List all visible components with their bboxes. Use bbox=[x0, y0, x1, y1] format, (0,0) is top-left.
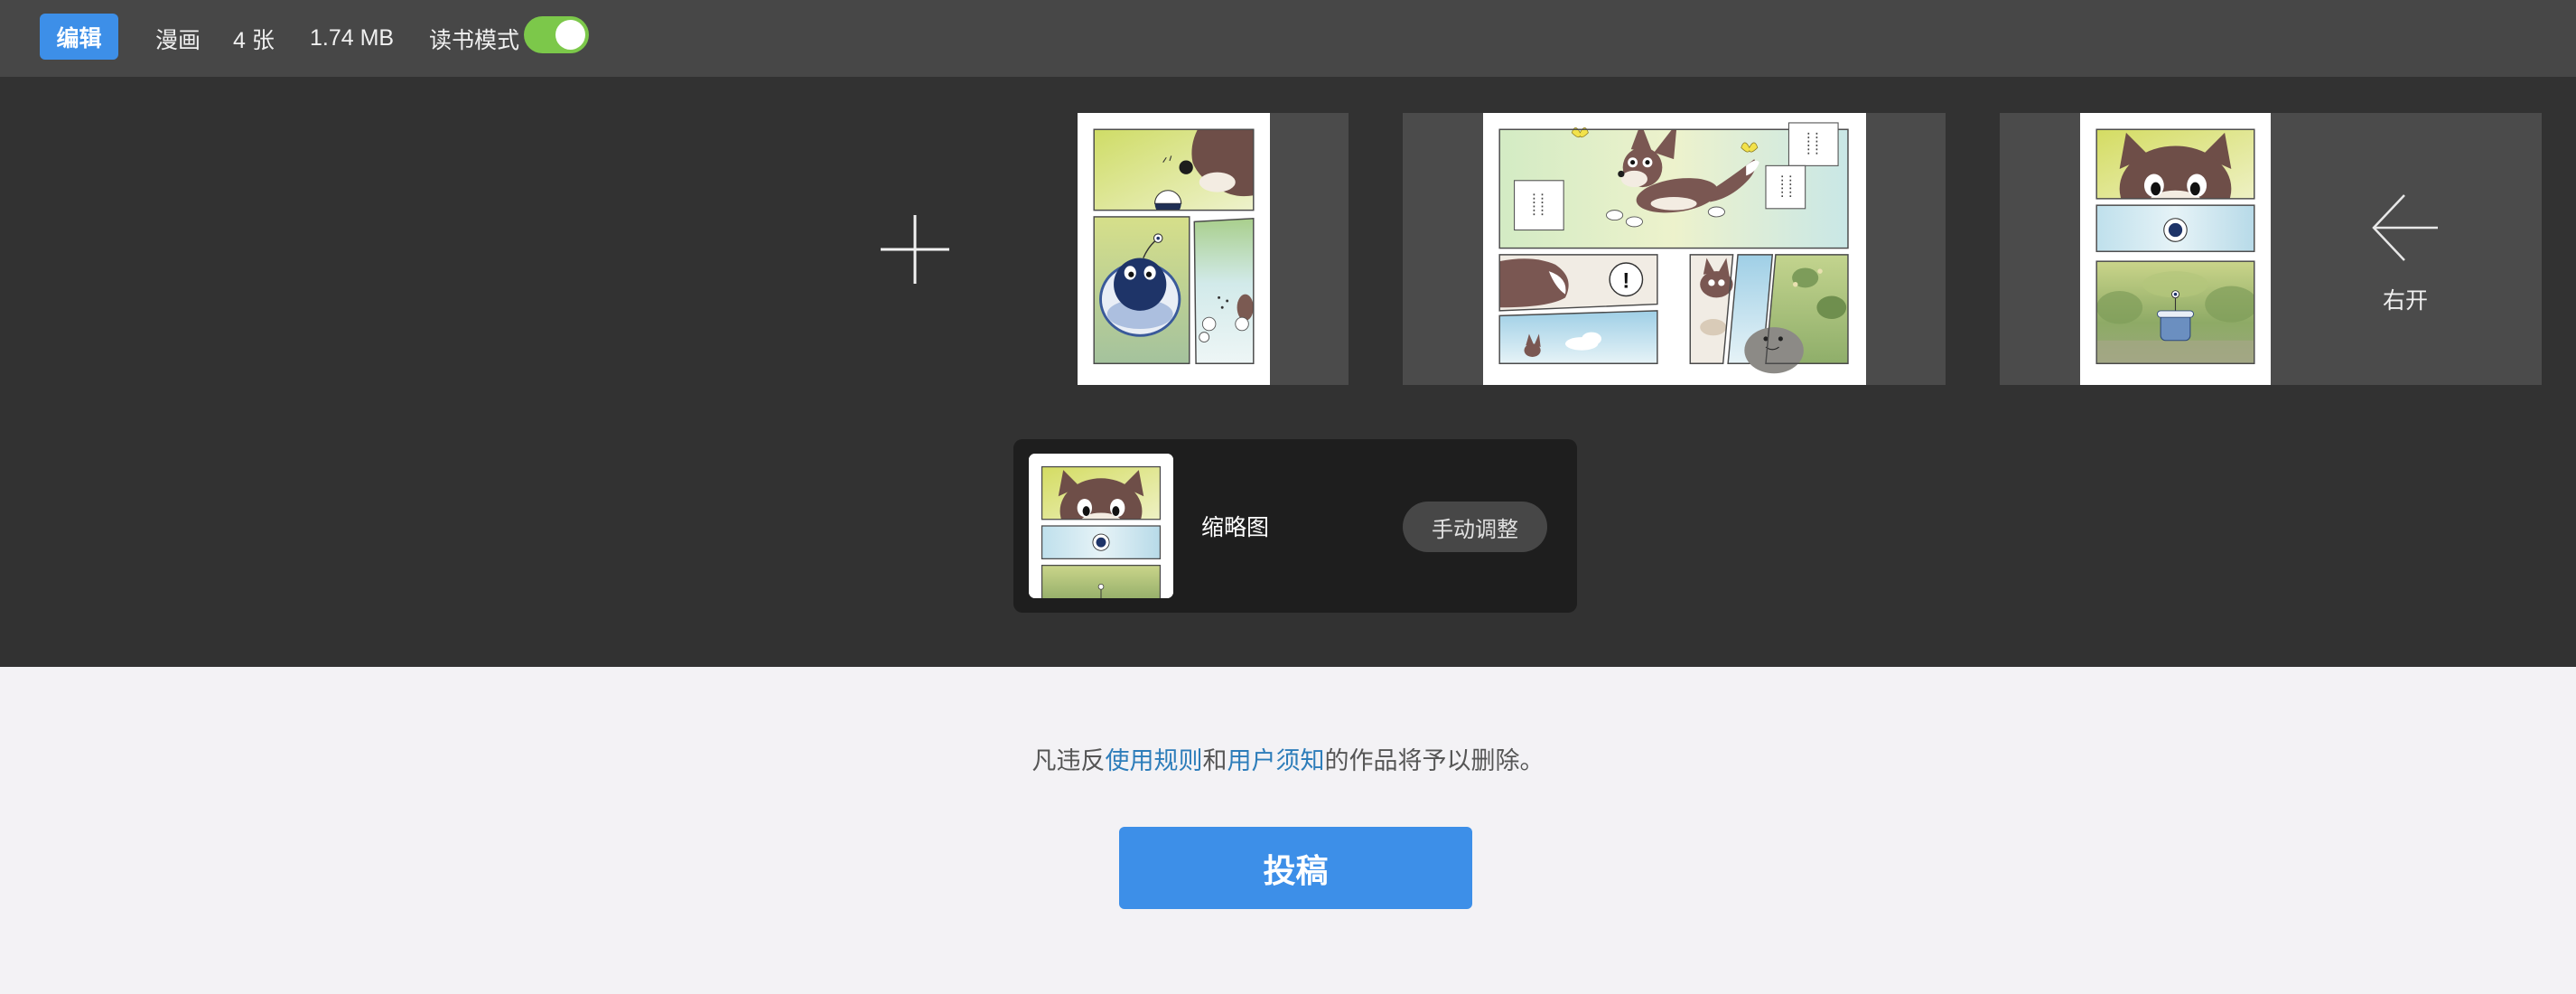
bubble-text: ! bbox=[1622, 269, 1629, 293]
reading-mode-label: 读书模式 bbox=[429, 27, 520, 53]
thumbnail-label: 缩略图 bbox=[1201, 515, 1270, 540]
comic-page-2-illustration: ! bbox=[1498, 122, 1849, 374]
speech-bubble: ! bbox=[1609, 262, 1644, 297]
toggle-knob bbox=[555, 20, 585, 50]
comic-page-3 bbox=[2080, 113, 2271, 385]
page-card-3[interactable]: 右开 bbox=[2000, 113, 2542, 385]
edit-button[interactable]: 编辑 bbox=[40, 14, 118, 60]
comic-panel bbox=[1193, 217, 1255, 365]
comic-panel bbox=[1093, 216, 1190, 365]
comic-page-1-illustration bbox=[1093, 128, 1255, 365]
comic-panel bbox=[1689, 254, 1849, 374]
thumbnail-panel: 缩略图 手动调整 bbox=[1013, 439, 1577, 613]
comic-panel bbox=[1498, 310, 1658, 365]
rules-link[interactable]: 使用规则 bbox=[1106, 747, 1203, 774]
page-count: 4 张 bbox=[233, 27, 275, 53]
plus-icon bbox=[881, 215, 949, 284]
comic-panel bbox=[2095, 204, 2255, 252]
comic-panel bbox=[2095, 260, 2255, 365]
notice-prefix: 凡违反 bbox=[1031, 747, 1106, 774]
top-toolbar: 编辑 漫画 4 张 1.74 MB 读书模式 bbox=[0, 0, 2576, 77]
comic-panel bbox=[1093, 128, 1255, 211]
arrow-left-icon bbox=[2372, 194, 2438, 261]
page-card-2[interactable]: ! bbox=[1403, 113, 1946, 385]
comic-page-1 bbox=[1078, 113, 1270, 385]
submit-area: 凡违反使用规则和用户须知的作品将予以删除。 投稿 bbox=[0, 667, 2576, 994]
thumbnail-illustration bbox=[1029, 454, 1173, 598]
terms-notice: 凡违反使用规则和用户须知的作品将予以删除。 bbox=[0, 743, 2576, 779]
add-page-button[interactable] bbox=[879, 213, 951, 286]
thumbnail-image[interactable] bbox=[1029, 454, 1173, 598]
comic-panel: ! bbox=[1498, 254, 1658, 312]
reading-direction-label: 右开 bbox=[2382, 288, 2428, 314]
reading-mode-toggle[interactable] bbox=[524, 16, 589, 53]
page-card-1[interactable] bbox=[1078, 113, 1349, 385]
page-workspace: ! 右开 缩略图 手动调整 bbox=[0, 77, 2576, 667]
comic-panel bbox=[1498, 122, 1849, 249]
comic-page-2: ! bbox=[1483, 113, 1866, 385]
notice-suffix: 的作品将予以删除。 bbox=[1324, 747, 1545, 774]
comic-page-3-illustration bbox=[2095, 128, 2255, 365]
submit-button[interactable]: 投稿 bbox=[1119, 827, 1472, 909]
work-type-label: 漫画 bbox=[155, 27, 201, 53]
file-size: 1.74 MB bbox=[310, 25, 395, 51]
manual-adjust-button[interactable]: 手动调整 bbox=[1403, 502, 1547, 552]
notice-middle: 和 bbox=[1202, 747, 1227, 774]
guidelines-link[interactable]: 用户须知 bbox=[1227, 747, 1325, 774]
reading-direction-toggle[interactable]: 右开 bbox=[2371, 192, 2440, 319]
